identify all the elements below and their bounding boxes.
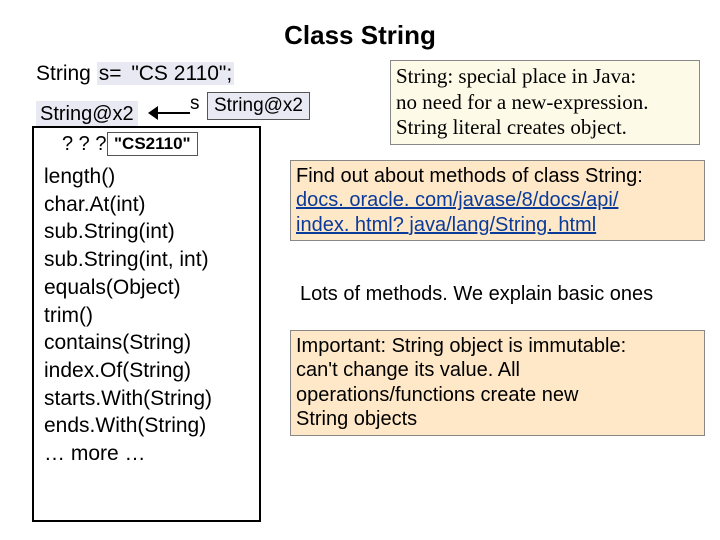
info-line: can't change its value. All — [296, 358, 699, 382]
method-item: equals(Object) — [44, 274, 212, 302]
var-s-box: String@x2 — [207, 92, 310, 120]
info-line: operations/functions create new — [296, 383, 699, 407]
declaration-line: String s= "CS 2110"; — [36, 62, 234, 86]
method-item: char.At(int) — [44, 191, 212, 219]
field-question: ? ? ? — [62, 133, 106, 156]
field-value-box: "CS2110" — [107, 132, 198, 156]
info-line: Important: String object is immutable: — [296, 334, 699, 358]
decl-literal: "CS 2110"; — [129, 62, 234, 85]
info-box-immutable: Important: String object is immutable: c… — [290, 330, 705, 436]
info-box-docs: Find out about methods of class String: … — [290, 160, 705, 241]
var-s-label: s — [190, 93, 200, 115]
docs-link-1[interactable]: docs. oracle. com/javase/8/docs/api/ — [296, 189, 618, 211]
info-line: no need for a new-expression. — [396, 90, 694, 116]
pointer-arrow — [150, 103, 190, 123]
info-line: Find out about methods of class String: — [296, 164, 699, 188]
info-box-special: String: special place in Java: no need f… — [390, 60, 700, 145]
method-item: trim() — [44, 302, 212, 330]
method-item: sub.String(int) — [44, 218, 212, 246]
decl-prefix: String — [36, 62, 97, 85]
slide-title: Class String — [0, 0, 720, 51]
method-item: … more … — [44, 440, 212, 468]
info-line: String: special place in Java: — [396, 64, 694, 90]
method-item: index.Of(String) — [44, 357, 212, 385]
info-line: String literal creates object. — [396, 115, 694, 141]
info-line: String objects — [296, 407, 699, 431]
docs-link-2[interactable]: index. html? java/lang/String. html — [296, 214, 596, 236]
method-item: ends.With(String) — [44, 412, 212, 440]
method-item: sub.String(int, int) — [44, 246, 212, 274]
object-label-top: String@x2 — [36, 101, 138, 128]
method-item: starts.With(String) — [44, 385, 212, 413]
method-list: length() char.At(int) sub.String(int) su… — [44, 163, 212, 468]
method-item: length() — [44, 163, 212, 191]
decl-var: s= — [97, 62, 130, 85]
info-text-lots: Lots of methods. We explain basic ones — [300, 283, 710, 306]
method-item: contains(String) — [44, 329, 212, 357]
